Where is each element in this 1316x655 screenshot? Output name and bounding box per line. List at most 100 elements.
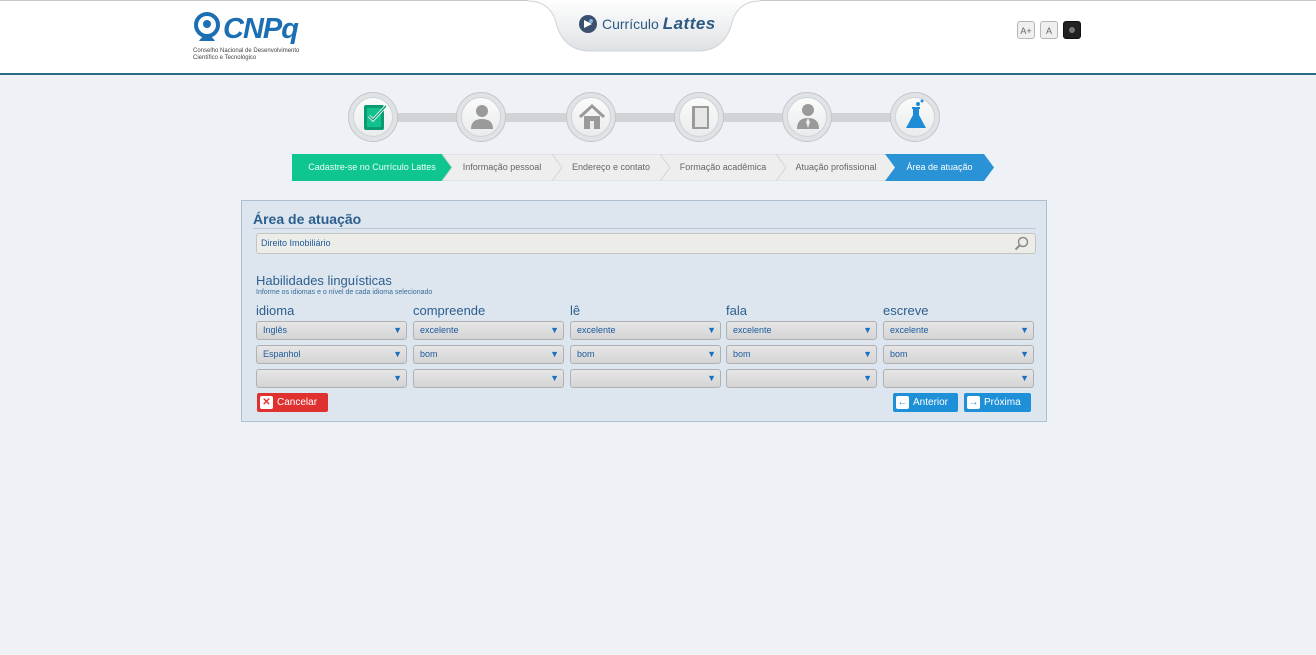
select-value: bom	[733, 349, 751, 359]
search-icon[interactable]	[1014, 236, 1029, 251]
progress-track	[372, 113, 916, 122]
step-professional-circle[interactable]	[782, 92, 832, 142]
step-address-label: Endereço e contato	[571, 162, 651, 172]
title-divider	[253, 228, 1036, 229]
cancel-label: Cancelar	[277, 397, 318, 408]
dropdown-arrow-icon: ▼	[707, 325, 716, 335]
high-contrast-button[interactable]	[1063, 21, 1081, 39]
reads-select[interactable]: excelente ▼	[570, 321, 721, 340]
font-increase-button[interactable]: A+	[1017, 21, 1035, 39]
speaks-select[interactable]: excelente ▼	[726, 321, 877, 340]
col-header-language: idioma	[256, 303, 295, 318]
select-value: excelente	[577, 325, 616, 335]
dropdown-arrow-icon: ▼	[1020, 349, 1029, 359]
dropdown-arrow-icon: ▼	[863, 325, 872, 335]
previous-button[interactable]: ← Anterior	[893, 393, 958, 412]
logo-text: CNPq	[223, 13, 299, 45]
step-personal-label: Informação pessoal	[462, 162, 542, 172]
area-search-value: Direito Imobiliário	[261, 238, 331, 248]
page-title: Área de atuação	[253, 211, 362, 227]
step-register-circle[interactable]	[348, 92, 398, 142]
app-title: Currículo Lattes	[602, 14, 716, 34]
select-value: excelente	[420, 325, 459, 335]
logo-subtitle-line1: Conselho Nacional de Desenvolvimento	[193, 48, 300, 54]
dropdown-arrow-icon: ▼	[550, 373, 559, 383]
dropdown-arrow-icon: ▼	[863, 373, 872, 383]
logo-subtitle-line2: Científico e Tecnológico	[193, 55, 257, 61]
select-value: bom	[577, 349, 595, 359]
reads-select[interactable]: bom ▼	[570, 345, 721, 364]
font-default-button[interactable]: A	[1040, 21, 1058, 39]
person-icon	[471, 105, 493, 129]
next-label: Próxima	[984, 397, 1021, 408]
step-personal-circle[interactable]	[456, 92, 506, 142]
dropdown-arrow-icon: ▼	[393, 325, 402, 335]
app-title-prefix: Currículo	[602, 16, 659, 32]
step-education-label: Formação acadêmica	[679, 162, 767, 172]
area-panel: Área de atuação Direito Imobiliário Habi…	[241, 200, 1047, 422]
step-area-circle[interactable]	[890, 92, 940, 142]
book-icon	[692, 106, 709, 129]
col-header-reads: lê	[570, 303, 581, 318]
step-professional-label: Atuação profissional	[795, 162, 877, 172]
previous-label: Anterior	[913, 397, 949, 408]
speaks-select[interactable]: bom ▼	[726, 345, 877, 364]
understands-select[interactable]: excelente ▼	[413, 321, 564, 340]
select-value: Inglês	[263, 325, 288, 335]
dropdown-arrow-icon: ▼	[550, 349, 559, 359]
select-value: Espanhol	[263, 349, 301, 359]
document-check-icon	[364, 104, 388, 130]
step-area-label: Área de atuação	[906, 162, 973, 172]
dropdown-arrow-icon: ▼	[550, 325, 559, 335]
arrow-right-icon: →	[967, 396, 980, 409]
step-area[interactable]: Área de atuação	[885, 154, 994, 181]
writes-select[interactable]: bom ▼	[883, 345, 1034, 364]
language-select[interactable]: Espanhol ▼	[256, 345, 407, 364]
speaks-select[interactable]: ▼	[726, 369, 877, 388]
next-button[interactable]: → Próxima	[964, 393, 1031, 412]
dropdown-arrow-icon: ▼	[1020, 373, 1029, 383]
cancel-button[interactable]: ✕ Cancelar	[257, 393, 328, 412]
col-header-speaks: fala	[726, 303, 747, 318]
languages-subtitle: Informe os idiomas e o nível de cada idi…	[256, 289, 433, 296]
select-value: bom	[890, 349, 908, 359]
writes-select[interactable]: ▼	[883, 369, 1034, 388]
step-address[interactable]: Endereço e contato	[552, 154, 670, 181]
col-header-understands: compreende	[413, 303, 486, 318]
step-personal[interactable]: Informação pessoal	[442, 154, 562, 181]
dropdown-arrow-icon: ▼	[1020, 325, 1029, 335]
lattes-logo-icon	[579, 15, 597, 33]
arrow-left-icon: ←	[896, 396, 909, 409]
professional-icon	[797, 104, 819, 129]
step-register[interactable]: Cadastre-se no Currículo Lattes	[292, 154, 452, 181]
col-header-writes: escreve	[883, 303, 929, 318]
close-icon: ✕	[260, 396, 273, 409]
step-professional[interactable]: Atuação profissional	[776, 154, 896, 181]
house-icon	[578, 103, 606, 129]
select-value: excelente	[733, 325, 772, 335]
dropdown-arrow-icon: ▼	[393, 349, 402, 359]
understands-select[interactable]: bom ▼	[413, 345, 564, 364]
step-education-circle[interactable]	[674, 92, 724, 142]
logo-subtitle: Conselho Nacional de Desenvolvimento Cie…	[193, 48, 303, 62]
dropdown-arrow-icon: ▼	[863, 349, 872, 359]
step-address-circle[interactable]	[566, 92, 616, 142]
cnpq-emblem-icon	[194, 12, 220, 41]
app-title-name: Lattes	[662, 14, 716, 33]
reads-select[interactable]: ▼	[570, 369, 721, 388]
site-header: CNPq Conselho Nacional de Desenvolviment…	[0, 0, 1316, 75]
language-select[interactable]: Inglês ▼	[256, 321, 407, 340]
language-select[interactable]: ▼	[256, 369, 407, 388]
languages-title: Habilidades linguísticas	[256, 273, 392, 288]
understands-select[interactable]: ▼	[413, 369, 564, 388]
area-search-input[interactable]: Direito Imobiliário	[256, 233, 1036, 254]
cnpq-logo[interactable]: CNPq Conselho Nacional de Desenvolviment…	[192, 11, 302, 65]
step-register-label: Cadastre-se no Currículo Lattes	[308, 162, 436, 172]
step-education[interactable]: Formação acadêmica	[660, 154, 786, 181]
dropdown-arrow-icon: ▼	[393, 373, 402, 383]
select-value: excelente	[890, 325, 929, 335]
dropdown-arrow-icon: ▼	[707, 373, 716, 383]
flask-icon	[906, 99, 926, 128]
select-value: bom	[420, 349, 438, 359]
writes-select[interactable]: excelente ▼	[883, 321, 1034, 340]
